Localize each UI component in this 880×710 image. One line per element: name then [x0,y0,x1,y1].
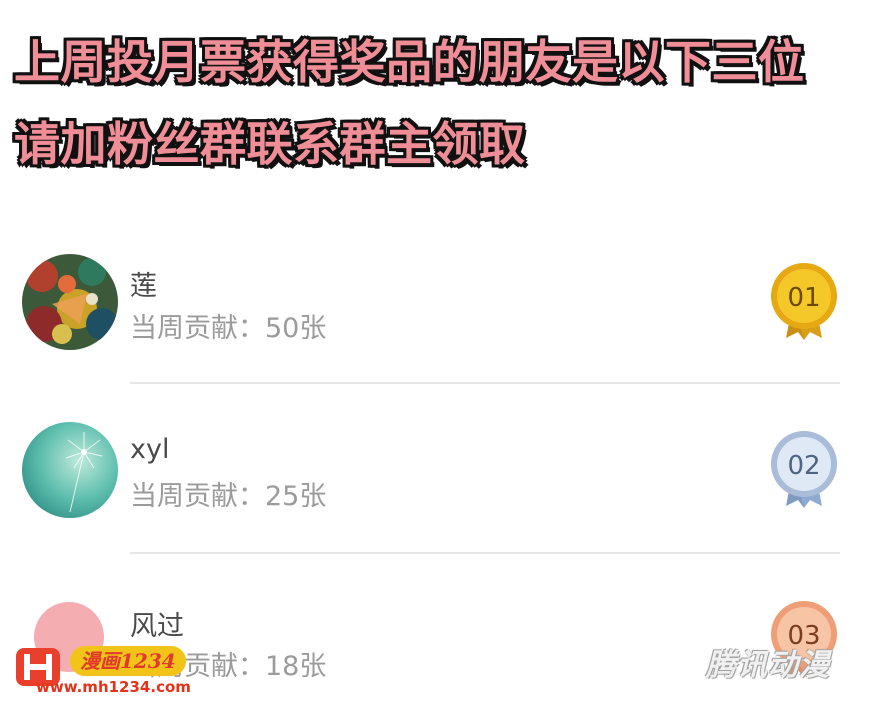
weekly-contribution: 当周贡献：50张 [130,313,327,344]
user-name: 风过 [130,611,184,642]
announcement-line-1: 上周投月票获得奖品的朋友是以下三位 [14,35,805,89]
avatar[interactable] [22,254,118,350]
publisher-watermark: 腾讯动漫 [706,648,830,683]
divider [130,552,840,554]
silver-medal-icon: 02 [771,431,837,508]
avatar-image [22,254,118,350]
divider [130,382,840,384]
gold-medal-icon: 01 [771,263,837,340]
avatar[interactable] [22,422,118,518]
user-name: 莲 [130,271,157,302]
rank-number: 01 [787,283,820,313]
weekly-contribution: 当周贡献：25张 [130,481,327,512]
announcement-line-2: 请加粉丝群联系群主领取 [14,117,526,171]
list-item[interactable]: xyl 当周贡献：25张 02 [0,420,880,540]
site-url: www.mh1234.com [36,678,191,696]
avatar-image [22,422,118,518]
rank-number: 02 [787,451,820,481]
user-name: xyl [130,434,170,465]
site-watermark: 漫画1234 www.mh1234.com [14,640,204,696]
site-brand: 漫画1234 [70,646,186,676]
list-item[interactable]: 莲 当周贡献：50张 01 [0,250,880,370]
